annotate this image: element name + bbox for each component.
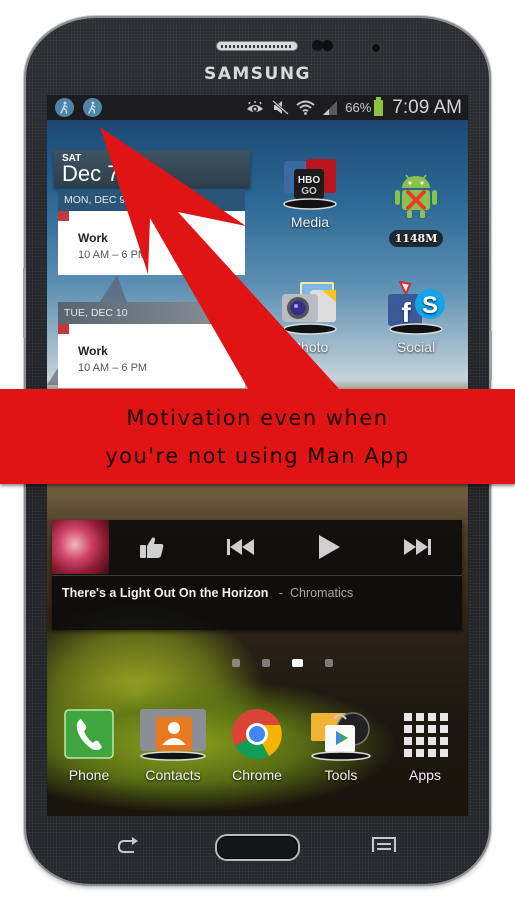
apps-grid-icon: [398, 707, 452, 761]
event-color-flag: [58, 211, 69, 221]
chrome-icon: [230, 707, 284, 761]
eye-smart-stay-icon: [247, 100, 264, 112]
app-label: Media: [290, 214, 330, 230]
event-title: Work: [78, 231, 108, 245]
thumbs-up-button[interactable]: [139, 535, 165, 559]
event-title: Work: [78, 344, 108, 358]
signal-icon: [323, 101, 338, 115]
svg-text:S: S: [422, 292, 438, 319]
running-man-notification-icon: [83, 98, 102, 117]
event-color-flag: [58, 324, 69, 334]
page-dot-active[interactable]: [292, 659, 303, 667]
calendar-date: Dec 7: [62, 161, 120, 186]
battery-percent: 66%: [345, 100, 372, 115]
play-button[interactable]: [317, 534, 341, 560]
track-artist: Chromatics: [290, 586, 354, 600]
dock-contacts[interactable]: Contacts: [131, 707, 215, 783]
hbo-go-folder-icon: HBO GO: [280, 155, 340, 211]
volume-button[interactable]: [23, 268, 26, 338]
light-sensor: [322, 40, 333, 51]
back-button[interactable]: [116, 837, 140, 855]
calendar-widget-header[interactable]: SAT Dec 7: [54, 150, 250, 187]
clock: 7:09 AM: [392, 96, 462, 118]
page-dot[interactable]: [232, 659, 240, 667]
dock-chrome[interactable]: Chrome: [215, 707, 299, 783]
brand-logo: SAMSUNG: [203, 64, 312, 84]
calendar-day-header: MON, DEC 9: [58, 189, 245, 211]
dock-apps-drawer[interactable]: Apps: [383, 707, 467, 783]
album-art[interactable]: [52, 520, 109, 574]
power-button[interactable]: [489, 330, 492, 380]
menu-button[interactable]: [372, 837, 396, 853]
now-playing-text: There's a Light Out On the Horizon - Chr…: [62, 586, 353, 600]
app-label: Social: [396, 339, 436, 355]
battery-icon: [374, 96, 384, 116]
mute-icon: [272, 100, 290, 115]
event-time: 10 AM – 6 PM: [78, 249, 148, 261]
promo-banner: Motivation even when you're not using Ma…: [0, 389, 515, 484]
calendar-event[interactable]: Work 10 AM – 6 PM: [58, 211, 245, 275]
tools-folder-icon: [311, 707, 371, 761]
memory-cleaner-widget[interactable]: 1148M: [376, 170, 456, 247]
svg-text:f: f: [401, 297, 411, 328]
svg-text:GO: GO: [301, 186, 317, 197]
running-man-notification-icon: [55, 98, 74, 117]
svg-text:HBO: HBO: [298, 175, 320, 186]
calendar-day-header: TUE, DEC 10: [58, 302, 245, 324]
dock-label: Phone: [68, 767, 110, 783]
wifi-icon: [296, 100, 315, 115]
calendar-event[interactable]: Work 10 AM – 6 PM: [58, 324, 245, 388]
camera-folder-icon: [280, 280, 340, 336]
music-player-widget[interactable]: There's a Light Out On the Horizon - Chr…: [52, 520, 462, 630]
page-dot[interactable]: [325, 659, 333, 667]
divider: [52, 575, 462, 576]
dock-label: Contacts: [145, 767, 201, 783]
banner-text-line-2: you're not using Man App: [105, 443, 410, 468]
dock: Phone Contacts Chrome Tools Apps: [47, 707, 468, 792]
track-title: There's a Light Out On the Horizon: [62, 586, 269, 600]
front-camera: [372, 44, 380, 52]
home-button[interactable]: [215, 834, 300, 861]
app-label: Photo: [291, 339, 329, 355]
next-button[interactable]: [402, 538, 432, 556]
photo-folder[interactable]: Photo: [270, 280, 350, 355]
event-time: 10 AM – 6 PM: [78, 362, 148, 374]
page-dot[interactable]: [262, 659, 270, 667]
earpiece-speaker: [216, 41, 298, 51]
status-bar[interactable]: 66% 7:09 AM: [47, 95, 468, 120]
media-folder[interactable]: HBO GO Media: [270, 155, 350, 230]
dock-tools-folder[interactable]: Tools: [299, 707, 383, 783]
dock-label: Chrome: [232, 767, 282, 783]
social-folder[interactable]: f S Social: [376, 280, 456, 355]
separator: -: [278, 586, 284, 600]
banner-text-line-1: Motivation even when: [126, 405, 389, 430]
phone-icon: [62, 707, 116, 761]
page-indicator: [47, 659, 468, 667]
memory-usage-badge: 1148M: [388, 230, 444, 247]
dock-label: Tools: [324, 767, 358, 783]
facebook-skype-folder-icon: f S: [386, 280, 446, 336]
contacts-icon: [140, 707, 206, 761]
android-cleaner-icon: [386, 170, 446, 226]
dock-phone[interactable]: Phone: [47, 707, 131, 783]
previous-button[interactable]: [226, 538, 256, 556]
dock-label: Apps: [409, 767, 441, 783]
